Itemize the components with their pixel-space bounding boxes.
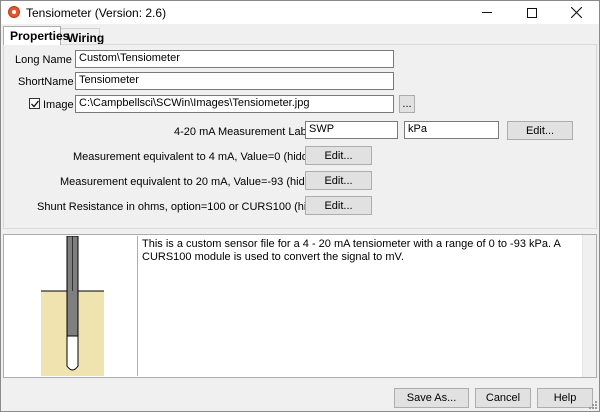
image-checkbox[interactable]: [29, 98, 40, 109]
measurement-label-edit-button[interactable]: Edit...: [507, 121, 573, 140]
units-field[interactable]: kPa: [404, 121, 499, 139]
measurement-label-field[interactable]: SWP: [305, 121, 398, 139]
cancel-button[interactable]: Cancel: [475, 388, 531, 408]
equiv-20ma-edit-button[interactable]: Edit...: [305, 171, 372, 190]
tensiometer-icon: [41, 235, 104, 377]
title-bar: Tensiometer (Version: 2.6): [1, 1, 599, 24]
equiv-4ma-edit-button[interactable]: Edit...: [305, 146, 372, 165]
maximize-icon: [526, 7, 537, 18]
maximize-button[interactable]: [509, 1, 554, 24]
minimize-icon: [481, 12, 492, 13]
resize-grip-icon[interactable]: [589, 401, 597, 409]
image-path-field[interactable]: C:\Campbellsci\SCWin\Images\Tensiometer.…: [75, 95, 394, 113]
sensor-image: [5, 235, 138, 377]
short-name-label: ShortName: [18, 76, 74, 88]
help-button[interactable]: Help: [537, 388, 593, 408]
sensor-info-pane: This is a custom sensor file for a 4 - 2…: [3, 234, 597, 378]
image-label: Image: [43, 99, 74, 111]
minimize-button[interactable]: [464, 1, 509, 24]
shunt-label: Shunt Resistance in ohms, option=100 or …: [37, 201, 335, 213]
app-icon: [8, 6, 20, 18]
short-name-field[interactable]: Tensiometer: [75, 72, 394, 90]
tab-properties[interactable]: Properties: [3, 26, 69, 45]
long-name-label: Long Name: [15, 54, 72, 66]
long-name-field[interactable]: Custom\Tensiometer: [75, 50, 394, 68]
description-scrollbar[interactable]: [582, 235, 596, 377]
checkmark-icon: [31, 100, 40, 108]
window-title: Tensiometer (Version: 2.6): [26, 6, 167, 20]
equiv-4ma-label: Measurement equivalent to 4 mA, Value=0 …: [73, 151, 324, 163]
equiv-20ma-label: Measurement equivalent to 20 mA, Value=-…: [60, 176, 327, 188]
close-button[interactable]: [554, 1, 599, 24]
shunt-edit-button[interactable]: Edit...: [305, 196, 372, 215]
measurement-label-label: 4-20 mA Measurement Label: [174, 126, 316, 138]
sensor-description: This is a custom sensor file for a 4 - 2…: [142, 238, 561, 263]
browse-button[interactable]: ...: [399, 95, 415, 113]
sensor-dialog: Tensiometer (Version: 2.6) Properties Wi…: [0, 0, 600, 412]
save-as-button[interactable]: Save As...: [394, 388, 469, 408]
close-icon: [571, 7, 582, 18]
